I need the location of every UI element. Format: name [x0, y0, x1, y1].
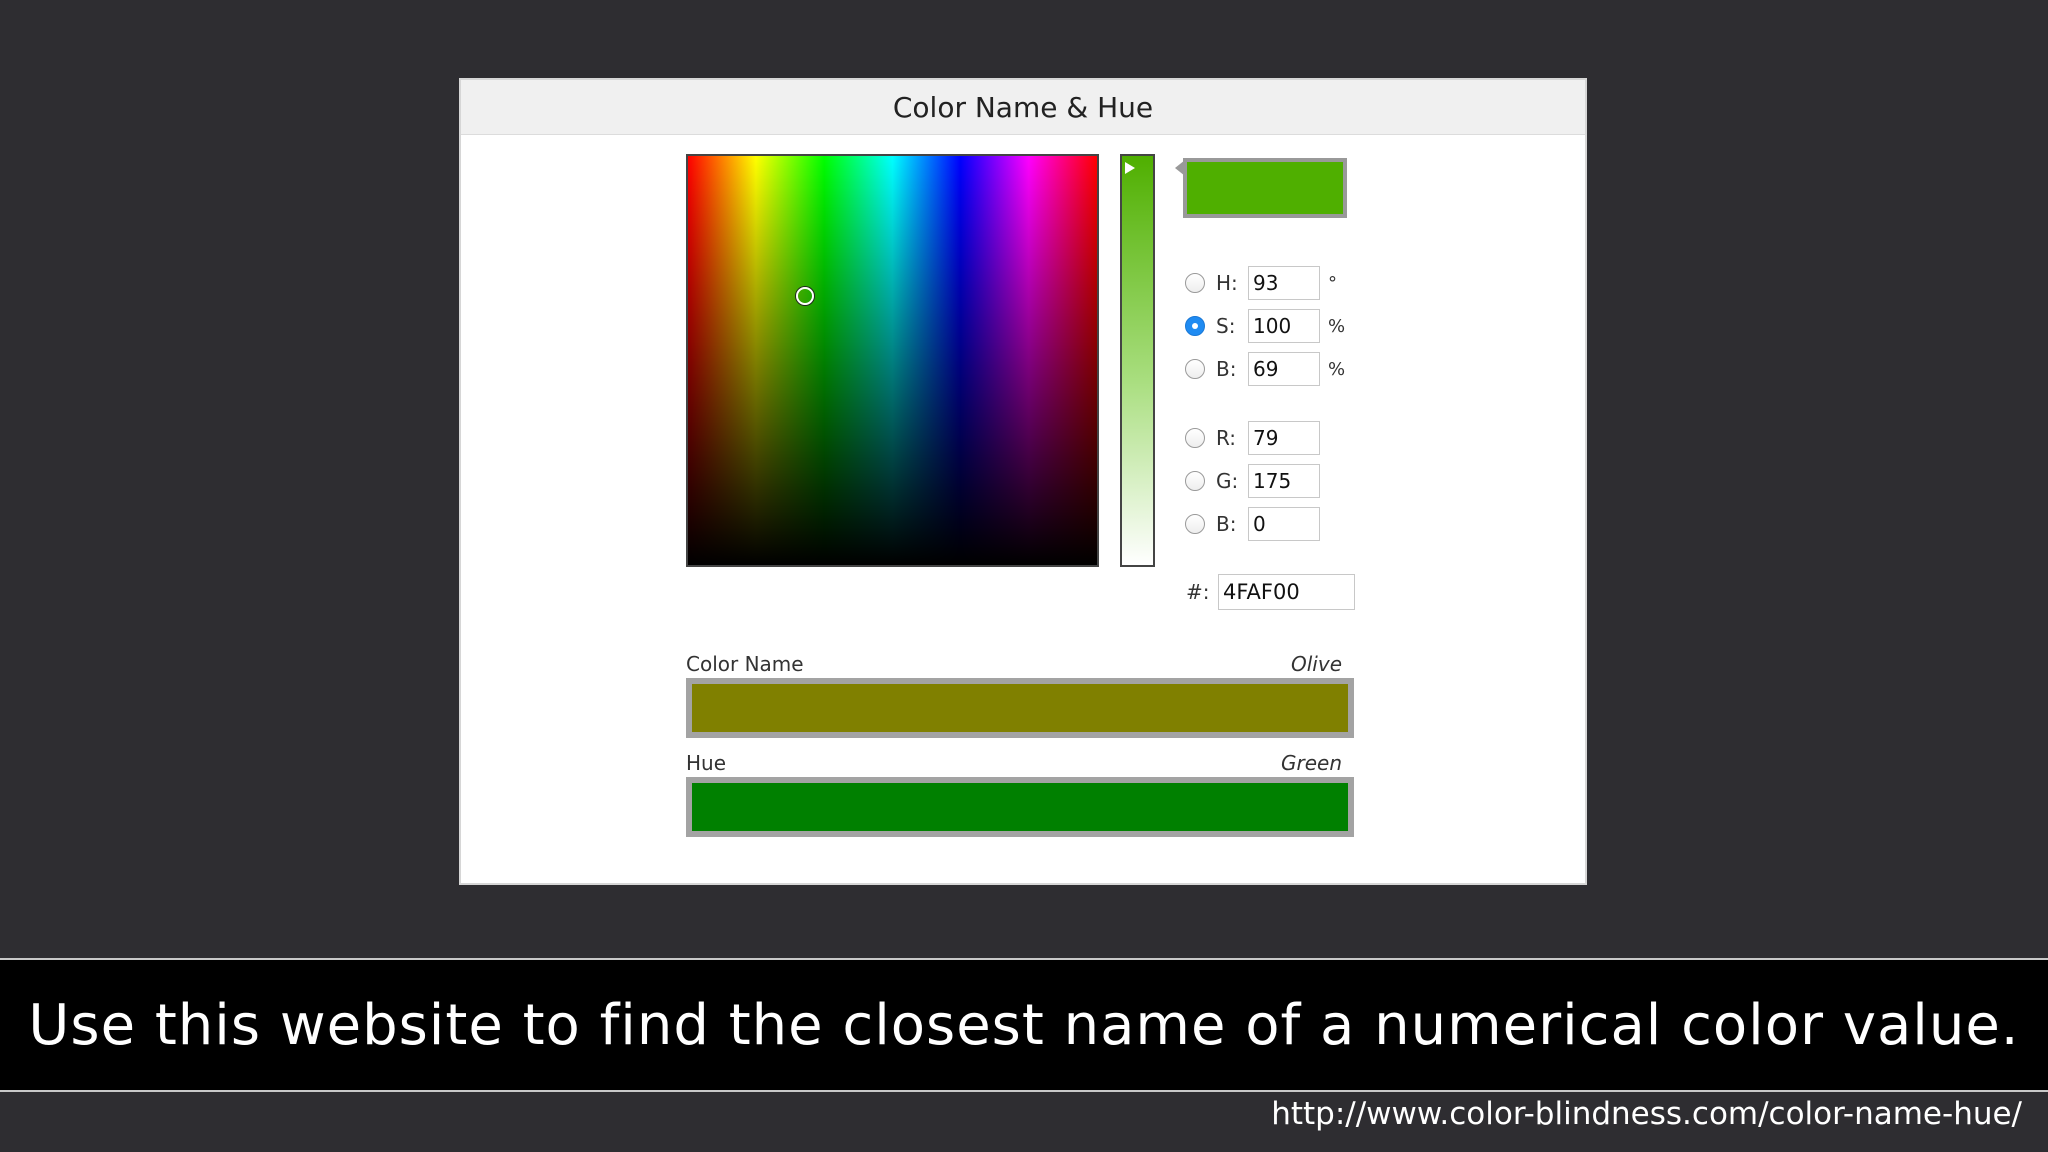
- field-label-saturation: S:: [1216, 314, 1236, 338]
- color-name-value: Olive: [1291, 652, 1342, 676]
- field-label-blue: B:: [1216, 512, 1237, 536]
- radio-brightness[interactable]: [1185, 359, 1205, 379]
- saturation-input[interactable]: 100: [1248, 309, 1320, 343]
- window-titlebar: Color Name & Hue: [461, 80, 1585, 135]
- hex-label: #:: [1186, 580, 1210, 604]
- radio-green[interactable]: [1185, 471, 1205, 491]
- unit-percent: %: [1328, 358, 1346, 380]
- field-label-red: R:: [1216, 426, 1237, 450]
- green-input[interactable]: 175: [1248, 464, 1320, 498]
- field-row-saturation: S: 100 %: [1185, 308, 1345, 344]
- radio-hue[interactable]: [1185, 273, 1205, 293]
- hex-row: #: 4FAF00: [1186, 574, 1355, 610]
- hue-label: Hue: [686, 751, 727, 775]
- caption-text: Use this website to find the closest nam…: [28, 992, 2020, 1058]
- radio-red[interactable]: [1185, 428, 1205, 448]
- window-title: Color Name & Hue: [892, 90, 1154, 124]
- field-row-blue: B: 0: [1185, 506, 1320, 542]
- source-url[interactable]: http://www.color-blindness.com/color-nam…: [1271, 1096, 2022, 1132]
- color-name-label: Color Name: [686, 652, 804, 676]
- hue-value: Green: [1280, 751, 1342, 775]
- field-row-red: R: 79: [1185, 420, 1320, 456]
- field-row-brightness: B: 69 %: [1185, 351, 1345, 387]
- color-name-hue-window: Color Name & Hue H: 93 ° S: 100 % B: 69 …: [459, 78, 1587, 885]
- brightness-input[interactable]: 69: [1248, 352, 1320, 386]
- color-picker-marker[interactable]: [796, 287, 814, 305]
- hue-input[interactable]: 93: [1248, 266, 1320, 300]
- brightness-overlay: [688, 156, 1097, 565]
- field-row-hue: H: 93 °: [1185, 265, 1337, 301]
- current-color-swatch: [1183, 158, 1347, 218]
- color-name-swatch: [686, 678, 1354, 738]
- radio-blue[interactable]: [1185, 514, 1205, 534]
- slider-thumb-icon[interactable]: [1125, 162, 1135, 174]
- hex-input[interactable]: 4FAF00: [1218, 574, 1355, 610]
- hue-swatch: [686, 777, 1354, 837]
- unit-percent: %: [1328, 315, 1346, 337]
- radio-saturation[interactable]: [1185, 316, 1205, 336]
- unit-degree: °: [1328, 272, 1337, 294]
- red-input[interactable]: 79: [1248, 421, 1320, 455]
- blue-input[interactable]: 0: [1248, 507, 1320, 541]
- field-row-green: G: 175: [1185, 463, 1320, 499]
- field-label-brightness: B:: [1216, 357, 1237, 381]
- saturation-brightness-square[interactable]: [686, 154, 1099, 567]
- field-label-green: G:: [1216, 469, 1239, 493]
- field-label-hue: H:: [1216, 271, 1238, 295]
- caption-band: Use this website to find the closest nam…: [0, 958, 2048, 1092]
- saturation-slider[interactable]: [1120, 154, 1155, 567]
